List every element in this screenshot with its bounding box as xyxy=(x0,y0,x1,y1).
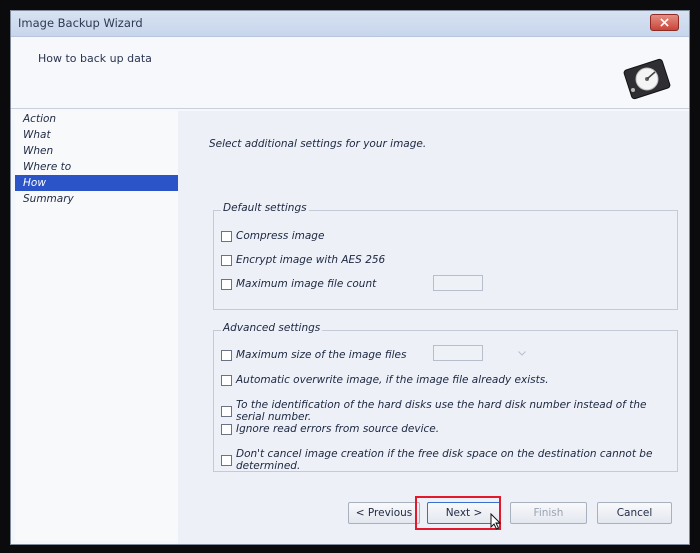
max-file-size-checkbox[interactable] xyxy=(221,349,232,361)
sidebar-item-summary[interactable]: Summary xyxy=(15,191,178,207)
advanced-settings-label: Advanced settings xyxy=(221,322,323,334)
mouse-pointer-icon xyxy=(490,513,502,530)
compress-image-option[interactable]: Compress image xyxy=(221,230,324,242)
finish-button-label: Finish xyxy=(533,507,564,519)
max-file-size-label: Maximum size of the image files xyxy=(236,349,407,361)
chevron-down-icon xyxy=(518,350,526,356)
next-button-highlight xyxy=(415,496,501,530)
ignore-read-errors-option[interactable]: Ignore read errors from source device. xyxy=(221,423,439,435)
instructions-text: Select additional settings for your imag… xyxy=(209,138,427,150)
disk-space-checkbox[interactable] xyxy=(221,454,232,466)
encrypt-image-label: Encrypt image with AES 256 xyxy=(236,254,386,266)
compress-image-checkbox[interactable] xyxy=(221,230,232,242)
wizard-step-sidebar: Action What When Where to How Summary xyxy=(15,111,178,541)
hard-disk-icon xyxy=(623,58,671,100)
max-file-size-option[interactable]: Maximum size of the image files xyxy=(221,349,406,361)
encrypt-image-option[interactable]: Encrypt image with AES 256 xyxy=(221,254,385,266)
sidebar-item-label: Where to xyxy=(23,161,72,173)
previous-button[interactable]: < Previous xyxy=(348,502,420,524)
finish-button[interactable]: Finish xyxy=(510,502,587,524)
ignore-read-errors-checkbox[interactable] xyxy=(221,423,232,435)
default-settings-label: Default settings xyxy=(221,202,309,214)
default-settings-group: Default settings Compress image Encrypt … xyxy=(213,202,678,310)
encrypt-image-checkbox[interactable] xyxy=(221,254,232,266)
max-file-count-option[interactable]: Maximum image file count xyxy=(221,278,376,290)
close-icon xyxy=(660,18,669,27)
max-file-count-input[interactable] xyxy=(433,275,483,291)
previous-button-label: < Previous xyxy=(355,507,413,519)
sidebar-item-when[interactable]: When xyxy=(15,143,178,159)
hard-disk-number-label: To the identification of the hard disks … xyxy=(236,399,647,423)
ignore-read-errors-label: Ignore read errors from source device. xyxy=(236,423,440,435)
sidebar-item-what[interactable]: What xyxy=(15,127,178,143)
window-title: Image Backup Wizard xyxy=(18,16,143,30)
close-button[interactable] xyxy=(650,14,679,31)
overwrite-image-label: Automatic overwrite image, if the image … xyxy=(236,374,549,386)
sidebar-item-label: Action xyxy=(23,113,57,125)
image-backup-wizard-window: Image Backup Wizard How to back up data … xyxy=(10,10,690,545)
sidebar-item-label: Summary xyxy=(23,193,74,205)
max-file-count-checkbox[interactable] xyxy=(221,278,232,290)
sidebar-item-how[interactable]: How xyxy=(15,175,178,191)
compress-image-label: Compress image xyxy=(236,230,325,242)
sidebar-item-where-to[interactable]: Where to xyxy=(15,159,178,175)
sidebar-item-label: When xyxy=(23,145,54,157)
page-subtitle: How to back up data xyxy=(38,52,152,65)
disk-space-label: Don't cancel image creation if the free … xyxy=(236,448,653,472)
max-file-count-label: Maximum image file count xyxy=(236,278,377,290)
title-bar: Image Backup Wizard xyxy=(11,11,689,37)
max-file-size-input[interactable] xyxy=(433,345,483,361)
overwrite-image-option[interactable]: Automatic overwrite image, if the image … xyxy=(221,374,549,386)
advanced-settings-group: Advanced settings Maximum size of the im… xyxy=(213,322,678,472)
header-divider xyxy=(11,108,689,109)
sidebar-item-label: How xyxy=(23,177,46,189)
hard-disk-number-option[interactable]: To the identification of the hard disks … xyxy=(221,399,677,423)
overwrite-image-checkbox[interactable] xyxy=(221,374,232,386)
cancel-button[interactable]: Cancel xyxy=(597,502,672,524)
disk-space-option[interactable]: Don't cancel image creation if the free … xyxy=(221,448,677,472)
sidebar-item-action[interactable]: Action xyxy=(15,111,178,127)
settings-panel: Select additional settings for your imag… xyxy=(178,111,689,544)
hard-disk-number-checkbox[interactable] xyxy=(221,405,232,417)
size-unit-dropdown[interactable] xyxy=(516,345,528,361)
cancel-button-label: Cancel xyxy=(616,507,653,519)
sidebar-item-label: What xyxy=(23,129,51,141)
